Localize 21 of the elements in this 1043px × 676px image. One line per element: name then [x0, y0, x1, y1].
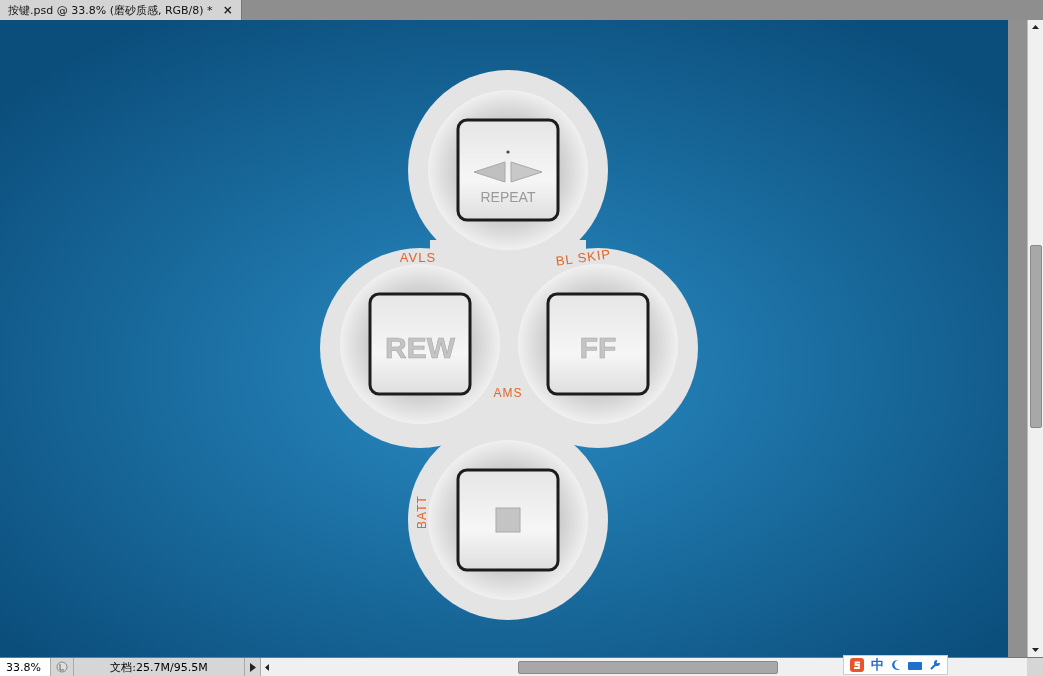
s-logo-icon[interactable] — [850, 658, 864, 672]
wrench-icon[interactable] — [929, 659, 941, 671]
key-marking: AMS — [493, 386, 523, 400]
key-marking: BATT — [415, 495, 429, 529]
key-button[interactable] — [456, 468, 560, 572]
document-title: 按键.psd @ 33.8% (磨砂质感, RGB/8) * — [8, 2, 213, 18]
moon-icon[interactable] — [891, 659, 901, 671]
close-button[interactable]: × — [222, 3, 233, 17]
zoom-field[interactable]: 33.8% — [0, 658, 50, 676]
stop-icon — [495, 507, 521, 533]
scroll-thumb[interactable] — [518, 660, 778, 674]
triangle-icon[interactable] — [249, 662, 256, 672]
key-marking: BL SKIP — [554, 246, 612, 269]
keyboard-icon[interactable] — [908, 660, 922, 670]
scroll-thumb[interactable] — [1029, 245, 1042, 428]
document-info: 文档:25.7M/95.5M — [109, 659, 209, 676]
input-mode-toggle[interactable]: 中 — [871, 656, 884, 674]
document-tab[interactable]: 按键.psd @ 33.8% (磨砂质感, RGB/8) * × — [0, 0, 242, 20]
key-marking: AVLS — [399, 250, 437, 265]
left-right-triangles-icon — [473, 150, 543, 183]
vertical-scrollbar[interactable] — [1027, 20, 1043, 657]
